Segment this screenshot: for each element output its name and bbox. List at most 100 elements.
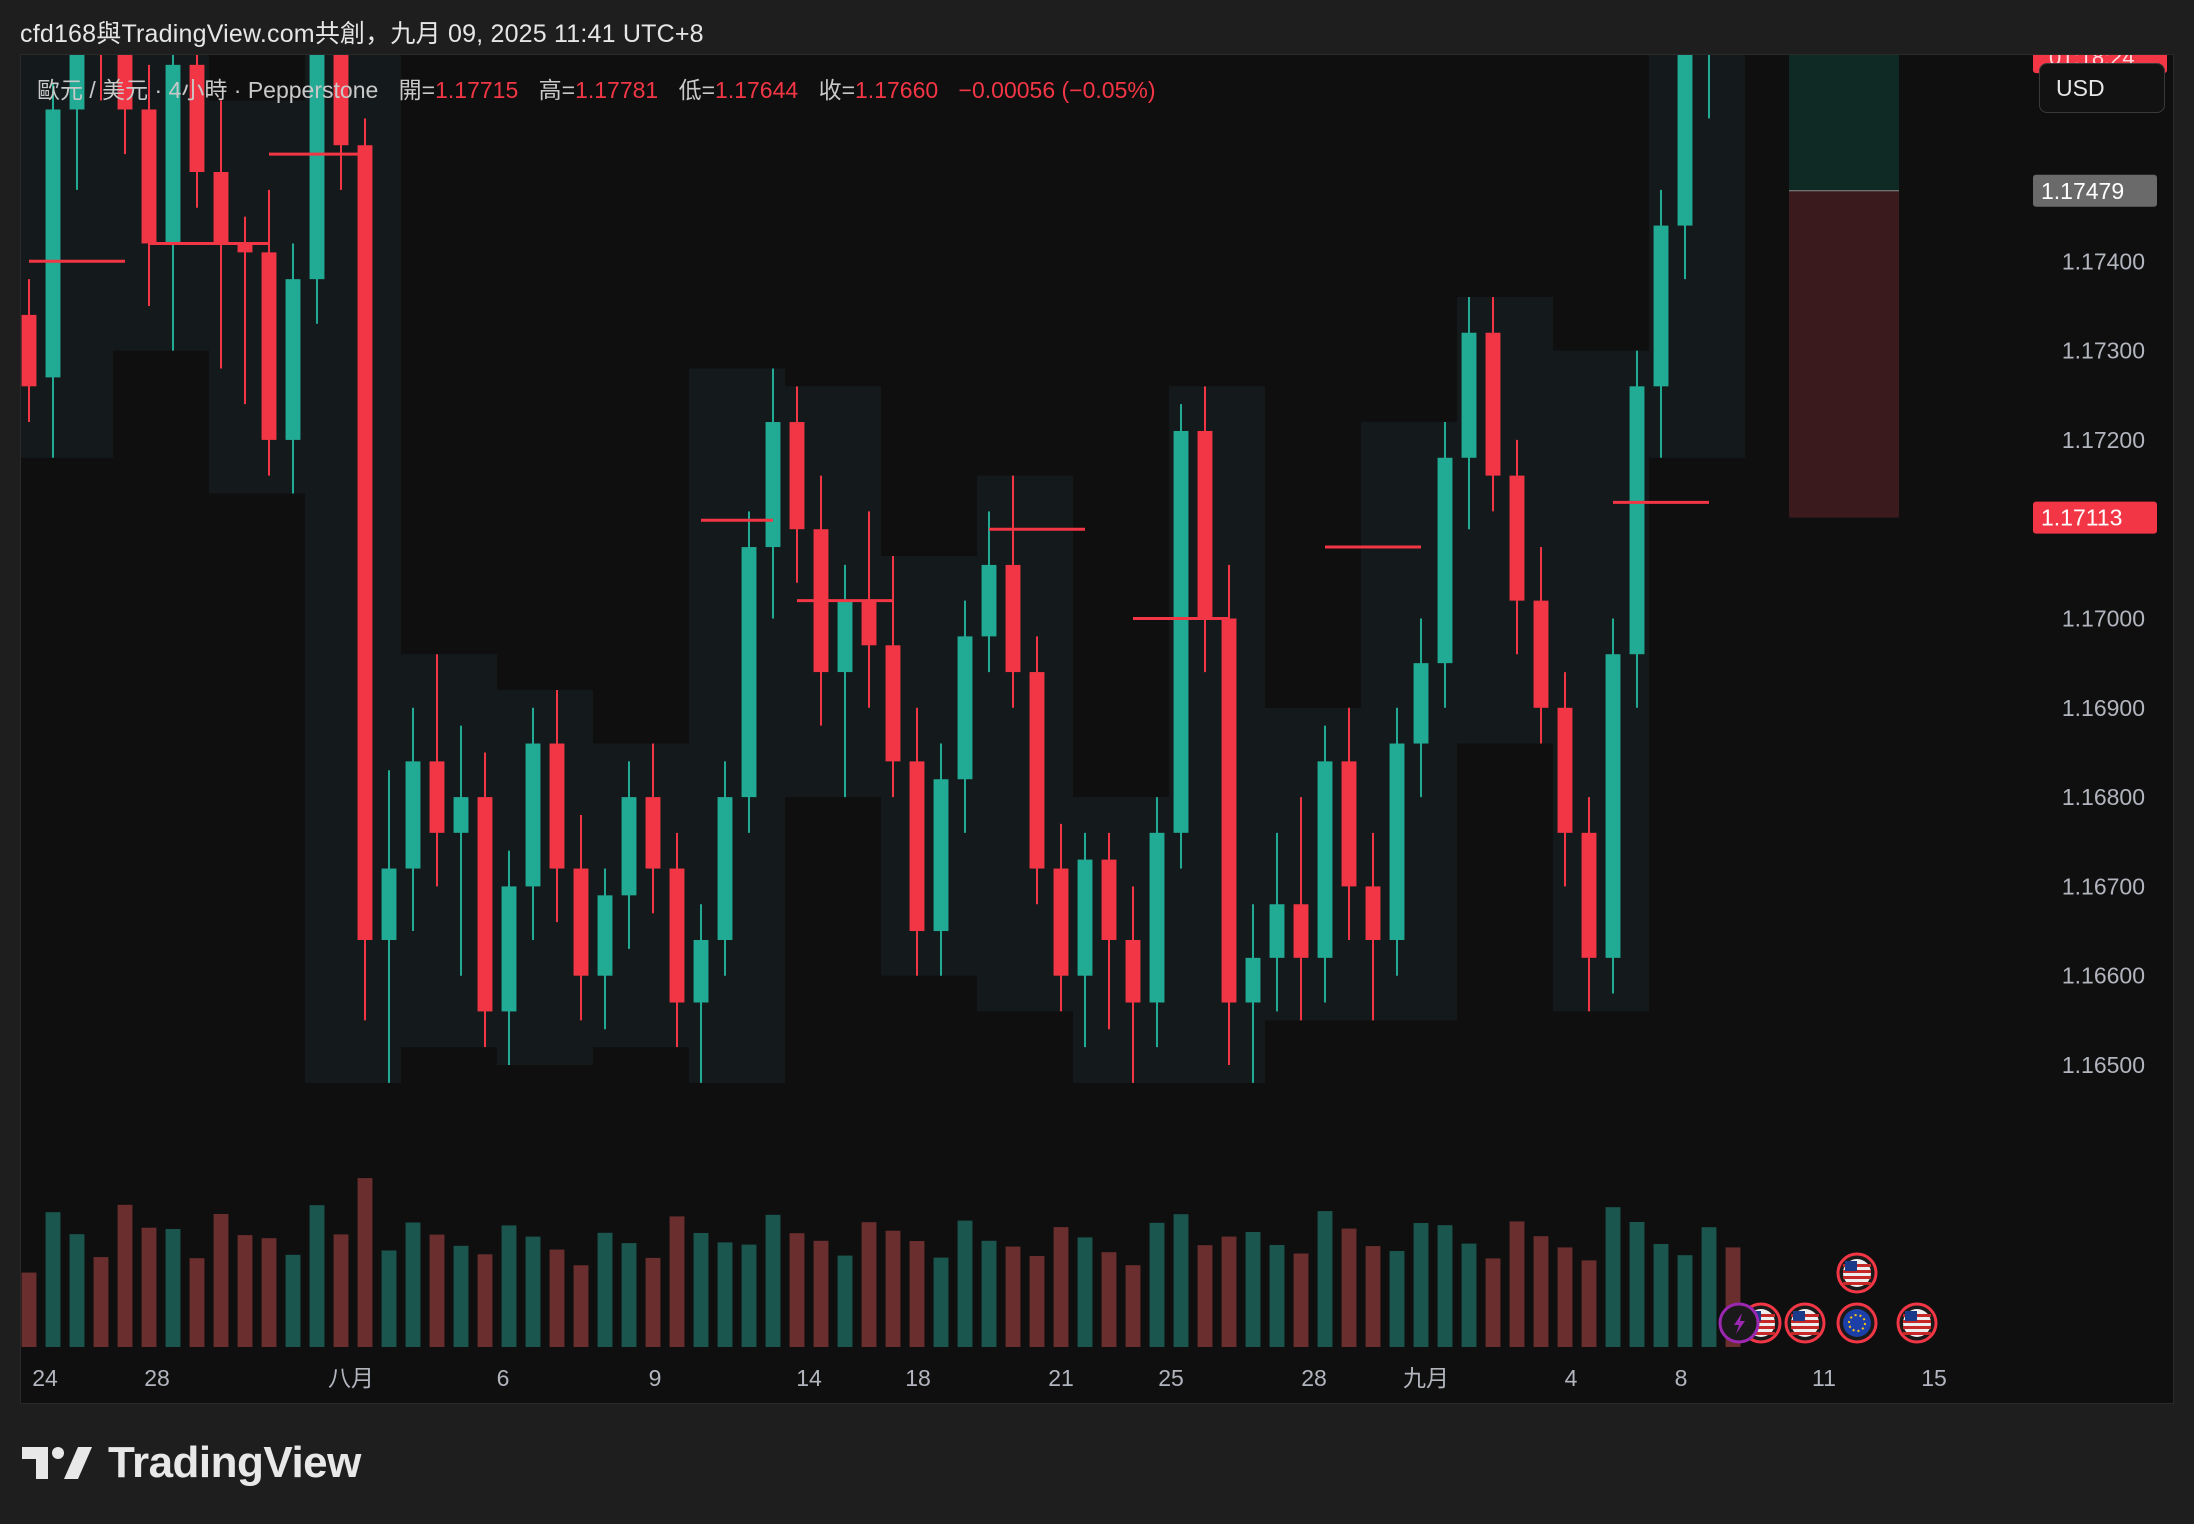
candle-body[interactable] bbox=[1149, 832, 1165, 1003]
volume-bar bbox=[1269, 1245, 1285, 1347]
candle-body[interactable] bbox=[1341, 761, 1357, 887]
us-flag-icon[interactable] bbox=[1784, 1302, 1826, 1344]
candle-body[interactable] bbox=[1029, 672, 1045, 869]
candle-body[interactable] bbox=[1269, 904, 1285, 958]
candlestick-chart[interactable]: 1.184001.183001.182001.181001.180001.179… bbox=[21, 55, 2174, 1404]
volume-bar bbox=[813, 1240, 829, 1347]
candle-body[interactable] bbox=[1125, 939, 1141, 1003]
candle-body[interactable] bbox=[453, 797, 469, 833]
candle-body[interactable] bbox=[789, 422, 805, 530]
time-tick-label: 28 bbox=[144, 1365, 170, 1391]
volume-bar bbox=[981, 1240, 997, 1347]
volume-bar bbox=[597, 1232, 613, 1347]
candle-body[interactable] bbox=[573, 868, 589, 976]
candle-body[interactable] bbox=[1413, 663, 1429, 744]
volume-bar bbox=[573, 1265, 589, 1347]
candle-body[interactable] bbox=[1245, 957, 1261, 1003]
lightning-icon[interactable] bbox=[1718, 1302, 1760, 1344]
eu-flag-icon[interactable] bbox=[1836, 1302, 1878, 1344]
candle-body[interactable] bbox=[885, 645, 901, 762]
candle-body[interactable] bbox=[1437, 457, 1453, 664]
volume-bar bbox=[357, 1178, 373, 1347]
candle-body[interactable] bbox=[1533, 600, 1549, 708]
price-tick-label: 1.17300 bbox=[2062, 338, 2145, 364]
volume-bar bbox=[453, 1245, 469, 1347]
volume-bar bbox=[885, 1230, 901, 1347]
candle-body[interactable] bbox=[357, 145, 373, 940]
candle-body[interactable] bbox=[1005, 564, 1021, 673]
price-tick-label: 1.16700 bbox=[2062, 873, 2145, 899]
candle-body[interactable] bbox=[621, 797, 637, 896]
candle-body[interactable] bbox=[909, 761, 925, 932]
chart-panel[interactable]: 1.184001.183001.182001.181001.180001.179… bbox=[20, 54, 2174, 1404]
stop-zone[interactable] bbox=[1789, 190, 1899, 518]
candle-body[interactable] bbox=[837, 600, 853, 673]
candle-body[interactable] bbox=[1509, 475, 1525, 601]
candle-body[interactable] bbox=[693, 939, 709, 1003]
symbol-description[interactable]: 歐元 / 美元 · 4小時 · Pepperstone bbox=[37, 77, 378, 103]
candle-body[interactable] bbox=[717, 797, 733, 940]
candle-body[interactable] bbox=[429, 761, 445, 833]
candle-body[interactable] bbox=[1605, 654, 1621, 958]
candle-body[interactable] bbox=[645, 797, 661, 869]
candle-body[interactable] bbox=[549, 743, 565, 869]
candle-body[interactable] bbox=[405, 761, 421, 869]
volume-bar bbox=[669, 1216, 685, 1347]
candle-body[interactable] bbox=[1461, 332, 1477, 458]
candle-body[interactable] bbox=[1317, 761, 1333, 958]
candle-body[interactable] bbox=[741, 547, 757, 798]
target-zone[interactable] bbox=[1789, 55, 1899, 191]
candle-body[interactable] bbox=[213, 172, 229, 244]
us-canton bbox=[1845, 1261, 1857, 1271]
candle-body[interactable] bbox=[861, 600, 877, 646]
volume-bar bbox=[477, 1254, 493, 1347]
candle-body[interactable] bbox=[1629, 386, 1645, 655]
volume-bar bbox=[1077, 1237, 1093, 1347]
volume-bar bbox=[1653, 1244, 1669, 1347]
currency-button[interactable]: USD bbox=[2039, 63, 2165, 113]
candle-body[interactable] bbox=[285, 279, 301, 440]
candle-body[interactable] bbox=[1173, 430, 1189, 833]
close-value: 1.17660 bbox=[855, 77, 939, 103]
candle-body[interactable] bbox=[597, 895, 613, 976]
candle-body[interactable] bbox=[1365, 886, 1381, 940]
candle-body[interactable] bbox=[1197, 430, 1213, 619]
volume-bar bbox=[93, 1257, 109, 1347]
candle-body[interactable] bbox=[141, 109, 157, 244]
candle-body[interactable] bbox=[1557, 707, 1573, 833]
candle-body[interactable] bbox=[1293, 904, 1309, 958]
candle-body[interactable] bbox=[1677, 55, 1693, 226]
candle-body[interactable] bbox=[1485, 332, 1501, 476]
candle-body[interactable] bbox=[765, 422, 781, 548]
candle-body[interactable] bbox=[1101, 859, 1117, 940]
candle-body[interactable] bbox=[1581, 832, 1597, 958]
us-flag-icon[interactable] bbox=[1836, 1252, 1878, 1294]
candle-body[interactable] bbox=[261, 252, 277, 440]
us-flag-icon[interactable] bbox=[1896, 1302, 1938, 1344]
us-canton bbox=[1905, 1311, 1917, 1321]
candle-body[interactable] bbox=[501, 886, 517, 1012]
candle-body[interactable] bbox=[45, 109, 61, 378]
candle-body[interactable] bbox=[477, 797, 493, 1012]
candle-body[interactable] bbox=[1389, 743, 1405, 940]
candle-body[interactable] bbox=[21, 314, 37, 387]
time-tick-label: 14 bbox=[796, 1365, 822, 1391]
tradingview-logo[interactable]: TradingView bbox=[22, 1438, 361, 1488]
candle-body[interactable] bbox=[1653, 225, 1669, 387]
volume-bar bbox=[1149, 1222, 1165, 1347]
volume-bar bbox=[621, 1243, 637, 1347]
candle-body[interactable] bbox=[957, 636, 973, 780]
candle-body[interactable] bbox=[981, 564, 997, 637]
volume-bar bbox=[1317, 1211, 1333, 1347]
candle-body[interactable] bbox=[669, 868, 685, 1003]
volume-bar bbox=[1461, 1243, 1477, 1347]
candle-body[interactable] bbox=[1077, 859, 1093, 976]
time-tick-label: 6 bbox=[497, 1365, 510, 1391]
candle-body[interactable] bbox=[933, 779, 949, 932]
candle-body[interactable] bbox=[1053, 868, 1069, 976]
candle-body[interactable] bbox=[381, 868, 397, 940]
volume-bar bbox=[717, 1242, 733, 1347]
candle-body[interactable] bbox=[1221, 618, 1237, 1003]
price-tick-label: 1.17000 bbox=[2062, 606, 2145, 632]
candle-body[interactable] bbox=[525, 743, 541, 887]
